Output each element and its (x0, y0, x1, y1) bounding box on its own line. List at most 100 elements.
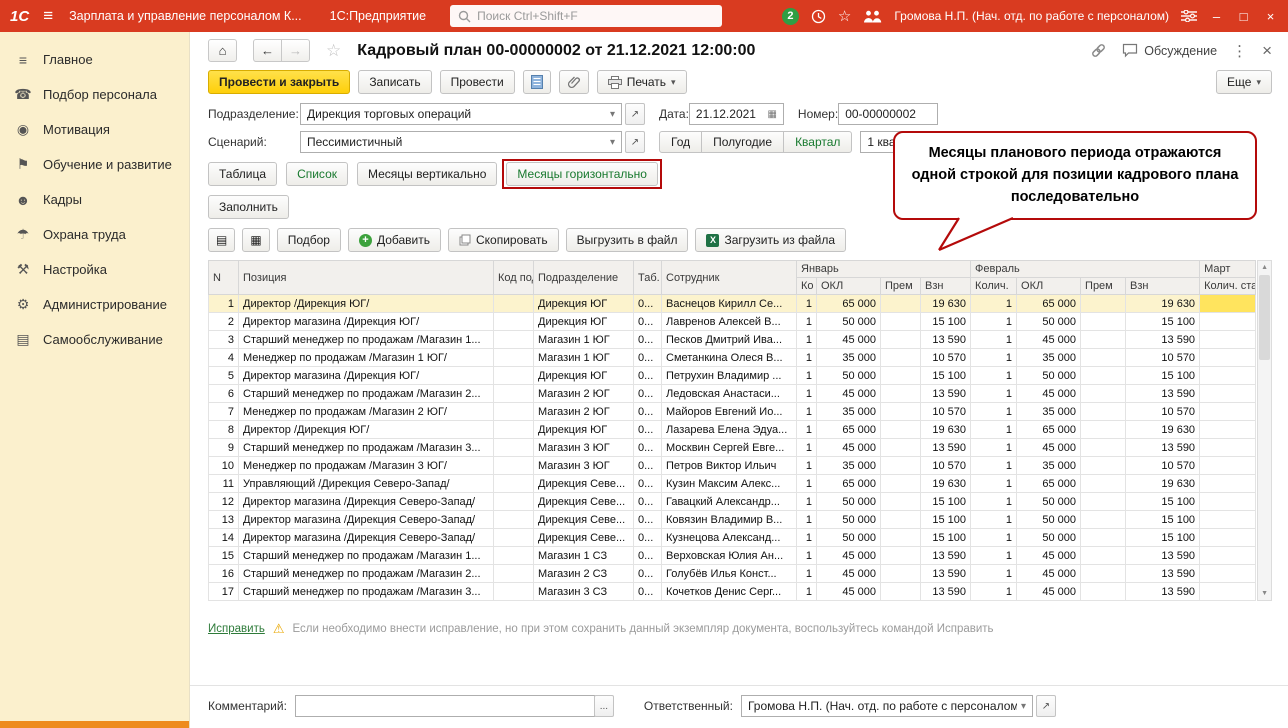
table-cell[interactable]: 15 100 (921, 313, 971, 331)
table-row[interactable]: 4Менеджер по продажам /Магазин 1 ЮГ/Мага… (209, 349, 1256, 367)
table-cell[interactable]: 45 000 (1017, 565, 1081, 583)
table-cell[interactable] (1200, 313, 1256, 331)
table-cell[interactable]: Старший менеджер по продажам /Магазин 3.… (239, 583, 494, 601)
table-cell[interactable]: 65 000 (817, 295, 881, 313)
sidebar-item[interactable]: ◉Мотивация (0, 112, 189, 147)
sidebar-item[interactable]: ☎Подбор персонала (0, 77, 189, 112)
table-cell[interactable]: Дирекция ЮГ (534, 367, 634, 385)
table-cell[interactable] (881, 511, 921, 529)
table-cell[interactable]: 13 590 (1126, 439, 1200, 457)
write-button[interactable]: Записать (358, 70, 431, 94)
table-cell[interactable]: 0... (634, 511, 662, 529)
table-cell[interactable]: 1 (797, 475, 817, 493)
table-cell[interactable]: Лазарева Елена Эдуа... (662, 421, 797, 439)
table-cell[interactable]: 45 000 (817, 331, 881, 349)
table-cell[interactable]: 15 100 (1126, 529, 1200, 547)
table-cell[interactable] (881, 457, 921, 475)
table-cell[interactable]: 35 000 (817, 403, 881, 421)
table-cell[interactable]: 50 000 (1017, 367, 1081, 385)
table-cell[interactable]: 1 (971, 511, 1017, 529)
table-cell[interactable]: 0... (634, 493, 662, 511)
table-cell[interactable]: 15 100 (921, 511, 971, 529)
table-cell[interactable] (494, 349, 534, 367)
table-cell[interactable]: 1 (209, 295, 239, 313)
table-cell[interactable]: 13 590 (921, 583, 971, 601)
table-cell[interactable] (494, 457, 534, 475)
table-cell[interactable]: 65 000 (1017, 295, 1081, 313)
add-row-button[interactable]: +Добавить (348, 228, 441, 252)
table-cell[interactable] (1081, 367, 1126, 385)
table-cell[interactable]: 15 100 (921, 529, 971, 547)
table-cell[interactable]: 15 100 (1126, 367, 1200, 385)
table-cell[interactable]: 0... (634, 385, 662, 403)
table-cell[interactable]: 45 000 (1017, 439, 1081, 457)
table-cell[interactable] (494, 493, 534, 511)
table-cell[interactable]: 13 590 (1126, 565, 1200, 583)
table-cell[interactable]: 10 570 (1126, 457, 1200, 475)
table-cell[interactable]: 0... (634, 565, 662, 583)
table-cell[interactable]: Директор магазина /Дирекция ЮГ/ (239, 367, 494, 385)
import-file-button[interactable]: XЗагрузить из файла (695, 228, 846, 252)
table-cell[interactable]: 8 (209, 421, 239, 439)
table-cell[interactable] (1081, 421, 1126, 439)
table-cell[interactable] (881, 475, 921, 493)
table-cell[interactable] (1081, 583, 1126, 601)
table-cell[interactable]: 1 (797, 583, 817, 601)
table-cell[interactable]: 1 (971, 421, 1017, 439)
table-cell[interactable]: Старший менеджер по продажам /Магазин 3.… (239, 439, 494, 457)
table-cell[interactable] (1200, 583, 1256, 601)
table-row[interactable]: 10Менеджер по продажам /Магазин 3 ЮГ/Маг… (209, 457, 1256, 475)
table-cell[interactable]: 0... (634, 583, 662, 601)
table-cell[interactable]: 1 (971, 547, 1017, 565)
table-cell[interactable] (1081, 439, 1126, 457)
table-cell[interactable]: 0... (634, 529, 662, 547)
open-responsible-button[interactable]: ↗ (1036, 695, 1056, 717)
table-row[interactable]: 11Управляющий /Дирекция Северо-Запад/Дир… (209, 475, 1256, 493)
table-cell[interactable]: 45 000 (817, 439, 881, 457)
table-cell[interactable]: 13 590 (1126, 547, 1200, 565)
table-cell[interactable]: 45 000 (1017, 547, 1081, 565)
table-cell[interactable]: 1 (971, 439, 1017, 457)
table-cell[interactable]: 0... (634, 547, 662, 565)
table-cell[interactable] (1081, 313, 1126, 331)
table-cell[interactable]: Управляющий /Дирекция Северо-Запад/ (239, 475, 494, 493)
table-cell[interactable]: Старший менеджер по продажам /Магазин 1.… (239, 331, 494, 349)
sidebar-item[interactable]: ⚑Обучение и развитие (0, 147, 189, 182)
table-cell[interactable] (881, 565, 921, 583)
table-cell[interactable]: 15 100 (921, 493, 971, 511)
global-search-input[interactable]: Поиск Ctrl+Shift+F (450, 5, 722, 27)
table-cell[interactable]: 15 (209, 547, 239, 565)
table-cell[interactable] (1081, 403, 1126, 421)
table-cell[interactable]: 2 (209, 313, 239, 331)
table-cell[interactable] (1200, 349, 1256, 367)
hamburger-menu-icon[interactable]: ≡ (43, 6, 53, 26)
comment-input[interactable] (295, 695, 595, 717)
table-row[interactable]: 15Старший менеджер по продажам /Магазин … (209, 547, 1256, 565)
table-cell[interactable]: 13 590 (921, 331, 971, 349)
table-cell[interactable] (881, 529, 921, 547)
scroll-up-icon[interactable]: ▲ (1258, 261, 1271, 274)
table-cell[interactable]: Лавренов Алексей В... (662, 313, 797, 331)
table-cell[interactable]: 1 (797, 511, 817, 529)
table-cell[interactable]: 10 570 (921, 349, 971, 367)
table-cell[interactable]: 4 (209, 349, 239, 367)
table-cell[interactable] (1081, 529, 1126, 547)
table-cell[interactable] (1200, 547, 1256, 565)
table-cell[interactable]: 13 590 (921, 565, 971, 583)
discussion-button[interactable]: Обсуждение (1122, 43, 1217, 58)
open-department-button[interactable]: ↗ (625, 103, 645, 125)
table-cell[interactable]: 1 (797, 313, 817, 331)
table-cell[interactable]: 1 (797, 493, 817, 511)
table-cell[interactable]: 1 (971, 529, 1017, 547)
favorite-star-icon[interactable]: ☆ (326, 41, 341, 61)
table-cell[interactable] (494, 313, 534, 331)
table-cell[interactable]: 0... (634, 457, 662, 475)
table-cell[interactable] (1081, 295, 1126, 313)
table-cell[interactable]: 6 (209, 385, 239, 403)
table-cell[interactable]: Менеджер по продажам /Магазин 3 ЮГ/ (239, 457, 494, 475)
table-cell[interactable]: Песков Дмитрий Ива... (662, 331, 797, 349)
view-list-button[interactable]: Список (286, 162, 348, 186)
number-input[interactable]: 00-00000002 (838, 103, 938, 125)
table-cell[interactable]: 1 (971, 385, 1017, 403)
table-cell[interactable]: 50 000 (1017, 493, 1081, 511)
